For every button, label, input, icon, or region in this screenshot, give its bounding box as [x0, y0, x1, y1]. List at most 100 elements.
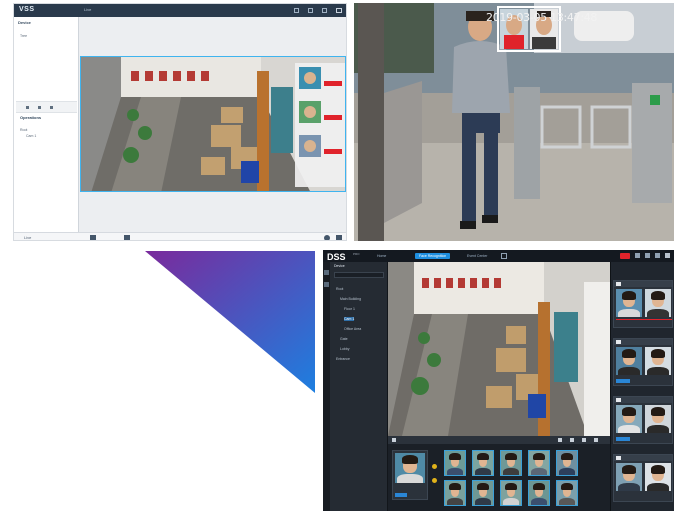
vss-operations-title: Operations — [20, 115, 42, 120]
tree-title: Device — [334, 264, 345, 268]
latest-capture-card[interactable] — [392, 450, 428, 500]
snapshot-icon[interactable] — [570, 438, 574, 442]
minimize-icon[interactable] — [294, 8, 299, 13]
capture-detail-button[interactable] — [395, 493, 407, 497]
fullscreen-icon[interactable] — [594, 438, 598, 442]
capture-thumbnail[interactable] — [472, 480, 494, 506]
vss-live-video[interactable] — [80, 56, 346, 192]
settings-icon[interactable] — [322, 8, 327, 13]
match-card[interactable] — [613, 280, 673, 328]
tag-icon — [616, 456, 621, 460]
decorative-triangle-graphic — [145, 251, 315, 393]
user-icon[interactable] — [90, 235, 96, 240]
tree-node[interactable]: Gate — [340, 337, 348, 341]
match-detail-button[interactable] — [616, 379, 630, 383]
vss-client-window: VSS Live Device Tree Operations Root Cam… — [13, 3, 347, 241]
play-icon[interactable] — [392, 438, 396, 442]
grid-icon[interactable] — [50, 106, 53, 109]
tree-node[interactable]: Main Building — [340, 297, 361, 301]
match-face-image — [616, 289, 642, 317]
vss-sidebar-title: Device — [18, 20, 31, 25]
tag-icon — [616, 282, 621, 286]
tab-face-recognition[interactable]: Face Recognition — [415, 253, 451, 259]
alarm-icon[interactable] — [324, 235, 330, 240]
tab-event-center[interactable]: Event Center — [463, 253, 491, 259]
close-icon[interactable] — [665, 253, 670, 258]
device-icon[interactable] — [324, 270, 329, 275]
maximize-icon[interactable] — [655, 253, 660, 258]
play-icon[interactable] — [26, 106, 29, 109]
vss-title-bar: VSS Live — [14, 4, 346, 17]
dss-title-bar: DSS PRO Home Face Recognition Event Cent… — [323, 250, 674, 262]
tree-node[interactable]: Office Area — [344, 327, 361, 331]
tree-node[interactable]: Lobby — [340, 347, 350, 351]
tree-search-input[interactable] — [334, 272, 384, 278]
vss-tree-item[interactable]: Tree — [20, 34, 27, 38]
dss-logo-sub: PRO — [353, 252, 360, 256]
capture-thumbnail[interactable] — [444, 480, 466, 506]
match-card-header — [614, 455, 672, 461]
capture-thumbnail[interactable] — [500, 450, 522, 476]
match-detail-button[interactable] — [616, 437, 630, 441]
capture-thumbnail[interactable] — [472, 450, 494, 476]
camera-timestamp: 2019-03-05 13:47:48 — [486, 11, 598, 24]
gate-scene-image — [354, 3, 674, 241]
face-recognition-camera-view: 2019-03-05 13:47:48 — [354, 3, 674, 241]
tag-icon — [616, 398, 621, 402]
capture-face-image — [395, 453, 425, 483]
dss-device-tree: Device Root Main Building Floor 1 Cam 1 … — [330, 262, 388, 511]
capture-thumbnail[interactable] — [556, 480, 578, 506]
dss-capture-strip — [388, 444, 610, 511]
match-card[interactable] — [613, 396, 673, 444]
tree-node-selected[interactable]: Cam 1 — [344, 317, 355, 321]
record-icon[interactable] — [558, 438, 562, 442]
tree-node[interactable]: Root — [336, 287, 343, 291]
capture-thumbnail[interactable] — [444, 450, 466, 476]
tree-node[interactable]: Floor 1 — [344, 307, 355, 311]
group-icon[interactable] — [324, 282, 329, 287]
office-scene-image — [81, 57, 345, 191]
minimize-icon[interactable] — [645, 253, 650, 258]
dss-client-window: DSS PRO Home Face Recognition Event Cent… — [323, 250, 674, 511]
capture-thumbnail[interactable] — [528, 480, 550, 506]
maximize-icon[interactable] — [308, 8, 313, 13]
match-card[interactable] — [613, 454, 673, 502]
monitor-icon[interactable] — [124, 235, 130, 240]
user-icon[interactable] — [635, 253, 640, 258]
office-scene-image — [388, 262, 610, 436]
close-icon[interactable] — [336, 8, 342, 13]
add-tab-icon[interactable] — [501, 253, 507, 259]
capture-thumbnail[interactable] — [556, 450, 578, 476]
match-face-image — [645, 289, 671, 317]
tree-node[interactable]: Entrance — [336, 357, 350, 361]
star-icon[interactable] — [432, 464, 437, 469]
vss-logo: VSS — [19, 6, 35, 13]
audio-icon[interactable] — [582, 438, 586, 442]
dss-live-video[interactable] — [388, 262, 610, 436]
stop-icon[interactable] — [38, 106, 41, 109]
match-face-image — [645, 463, 671, 491]
tag-icon — [616, 340, 621, 344]
dss-video-controls — [388, 436, 610, 444]
match-alarm-line — [616, 319, 672, 320]
match-card-header — [614, 281, 672, 287]
vss-sidebar-toolbar — [16, 101, 77, 113]
capture-thumbnail[interactable] — [528, 450, 550, 476]
star-icon[interactable] — [432, 478, 437, 483]
dss-left-nav — [323, 262, 330, 511]
vss-tree-item[interactable]: Root — [20, 128, 27, 132]
vss-tab-live[interactable]: Live — [84, 7, 91, 12]
vss-bottom-label[interactable]: Live — [24, 235, 31, 240]
match-face-image — [645, 405, 671, 433]
fullscreen-icon[interactable] — [336, 235, 342, 240]
alarm-indicator-icon[interactable] — [620, 253, 630, 259]
capture-thumbnail[interactable] — [500, 480, 522, 506]
tab-home[interactable]: Home — [373, 253, 390, 259]
match-card-header — [614, 339, 672, 345]
match-face-image — [616, 405, 642, 433]
vss-bottom-bar: Live — [14, 232, 346, 240]
match-card[interactable] — [613, 338, 673, 386]
vss-sidebar: Device Tree Operations Root Cam 1 — [14, 17, 79, 240]
vss-tree-item[interactable]: Cam 1 — [26, 134, 36, 138]
dss-logo: DSS — [327, 252, 346, 262]
